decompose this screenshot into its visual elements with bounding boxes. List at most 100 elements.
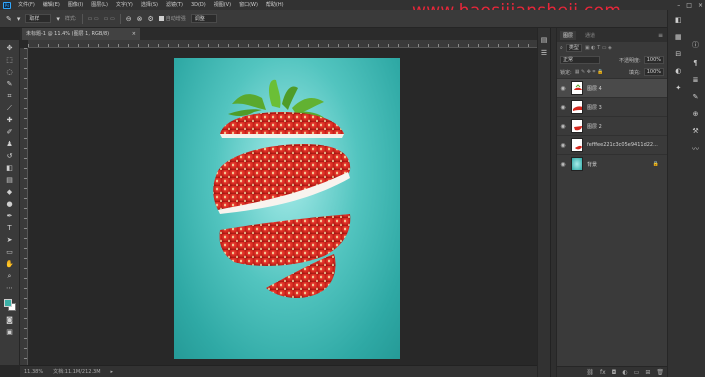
close-icon[interactable]: × (698, 2, 703, 9)
styles-panel-icon[interactable]: ✦ (675, 84, 681, 92)
close-tab-icon[interactable]: × (132, 28, 136, 40)
auto-enhance-label: 自动增强 (165, 16, 186, 22)
menu-layer[interactable]: 图层(L) (87, 0, 112, 10)
type-tool-icon[interactable]: T (4, 224, 16, 232)
delete-layer-icon[interactable]: 🗑 (656, 369, 664, 376)
intersect-selection-icon[interactable]: ⊗ (137, 15, 143, 23)
layer-name[interactable]: 图层 2 (587, 123, 602, 130)
libraries-panel-icon[interactable]: ⊟ (675, 50, 681, 58)
minimize-icon[interactable]: – (677, 2, 680, 9)
history-brush-icon[interactable]: ↺ (4, 152, 16, 160)
eraser-tool-icon[interactable]: ◧ (4, 164, 16, 172)
layer-name[interactable]: fefffee221c3c05e9411d22... (587, 142, 658, 148)
fx-icon[interactable]: fx (600, 369, 606, 376)
crop-tool-icon[interactable]: ⌗ (4, 92, 16, 100)
subtract-selection-icon[interactable]: ⊖ (126, 15, 132, 23)
menu-3d[interactable]: 3D(D) (187, 0, 210, 10)
sample-select[interactable]: 取样 (25, 14, 52, 23)
screen-mode-icon[interactable]: ▣ (4, 328, 16, 336)
brush-settings-icon[interactable]: ⚙ (147, 15, 153, 23)
visibility-eye-icon[interactable]: ◉ (557, 85, 569, 92)
add-mask-icon[interactable]: ◘ (612, 369, 617, 376)
layer-name[interactable]: 背景 (587, 161, 597, 168)
adjustment-layer-icon[interactable]: ◐ (622, 369, 627, 376)
dodge-tool-icon[interactable]: ● (4, 200, 16, 208)
blur-tool-icon[interactable]: ◆ (4, 188, 16, 196)
properties-panel-icon[interactable]: ☰ (538, 49, 550, 57)
info-panel-icon[interactable]: ⓘ (692, 40, 699, 50)
quick-select-tool-icon[interactable]: ✎ (4, 80, 16, 88)
new-group-icon[interactable]: ▭ (634, 369, 640, 376)
menu-select[interactable]: 选择(S) (137, 0, 162, 10)
auto-enhance[interactable]: 自动增强 (158, 15, 186, 22)
color-swatches[interactable] (3, 298, 17, 312)
zoom-level[interactable]: 11.38% (24, 369, 43, 375)
maximize-icon[interactable]: □ (686, 2, 692, 9)
menu-file[interactable]: 文件(F) (14, 0, 39, 10)
swatches-panel-icon[interactable]: ▦ (675, 33, 682, 41)
document-canvas[interactable] (174, 58, 400, 359)
lasso-tool-icon[interactable]: ◌ (4, 68, 16, 76)
panel-menu-icon[interactable]: ≡ (658, 32, 663, 39)
layer-row[interactable]: ◉ 背景 🔒 (557, 154, 667, 173)
color-panel-icon[interactable]: ◧ (675, 16, 682, 24)
lock-icons[interactable]: ▦ ✎ ✥ ⌗ 🔒 (575, 69, 604, 75)
menu-filter[interactable]: 滤镜(T) (162, 0, 187, 10)
brush-preset-icon[interactable]: ✎ (6, 15, 12, 23)
brush-panel-icon[interactable]: ✎ (693, 93, 699, 101)
hand-tool-icon[interactable]: ✋ (4, 260, 16, 268)
visibility-eye-icon[interactable]: ◉ (557, 161, 569, 168)
stamp-tool-icon[interactable]: ♟ (4, 140, 16, 148)
paragraph-panel-icon[interactable]: ≣ (693, 76, 699, 84)
filter-icons[interactable]: ▣ ◐ T ▭ ◈ (585, 45, 612, 51)
paths-panel-icon[interactable]: 〰 (692, 144, 699, 154)
layer-row[interactable]: ◉ 图层 3 (557, 97, 667, 116)
visibility-eye-icon[interactable]: ◉ (557, 142, 569, 149)
refine-edge-button[interactable]: 调整 (190, 14, 217, 23)
dropdown-arrow-icon[interactable]: ▾ (56, 15, 60, 23)
blend-mode-select[interactable]: 正常 (560, 56, 600, 64)
pen-tool-icon[interactable]: ✒ (4, 212, 16, 220)
character-panel-icon[interactable]: ¶ (693, 59, 697, 67)
quick-mask-icon[interactable]: ◙ (4, 316, 16, 324)
menu-type[interactable]: 文字(Y) (112, 0, 137, 10)
menu-help[interactable]: 帮助(H) (262, 0, 288, 10)
tool-presets-icon[interactable]: ⚒ (692, 127, 698, 135)
document-tab[interactable]: 未标题-1 @ 11.4% (图层 1, RGB/8) × (22, 28, 140, 40)
menu-image[interactable]: 图像(I) (64, 0, 87, 10)
tab-layers[interactable]: 图层 (560, 30, 577, 40)
marquee-tool-icon[interactable]: ⬚ (4, 56, 16, 64)
opacity-input[interactable]: 100% (643, 56, 664, 64)
status-arrow-icon[interactable]: ▸ (111, 369, 114, 375)
adjustments-panel-icon[interactable]: ◐ (675, 67, 681, 75)
history-panel-icon[interactable]: ▤ (538, 36, 550, 44)
visibility-eye-icon[interactable]: ◉ (557, 123, 569, 130)
eyedropper-tool-icon[interactable]: ⟋ (4, 104, 16, 112)
visibility-eye-icon[interactable]: ◉ (557, 104, 569, 111)
fill-input[interactable]: 100% (643, 68, 664, 76)
path-select-tool-icon[interactable]: ➤ (4, 236, 16, 244)
layer-name[interactable]: 图层 4 (587, 85, 602, 92)
layer-name[interactable]: 图层 3 (587, 104, 602, 111)
menu-view[interactable]: 视图(V) (210, 0, 235, 10)
healing-tool-icon[interactable]: ✚ (4, 116, 16, 124)
gradient-tool-icon[interactable]: ▤ (4, 176, 16, 184)
zoom-tool-icon[interactable]: ⌕ (4, 272, 16, 280)
link-layers-icon[interactable]: ⛓ (586, 369, 594, 376)
menu-window[interactable]: 窗口(W) (235, 0, 262, 10)
layer-row[interactable]: ◉ 图层 4 (557, 78, 667, 97)
menu-edit[interactable]: 编辑(E) (39, 0, 64, 10)
clone-source-icon[interactable]: ⊕ (693, 110, 699, 118)
new-layer-icon[interactable]: ⊞ (645, 369, 650, 376)
layer-row[interactable]: ◉ fefffee221c3c05e9411d22... (557, 135, 667, 154)
foreground-color[interactable] (3, 299, 12, 307)
layer-row[interactable]: ◉ 图层 2 (557, 116, 667, 135)
auto-enhance-checkbox[interactable] (158, 16, 164, 21)
brush-tool-icon[interactable]: ✐ (4, 128, 16, 136)
dropdown-arrow-icon[interactable]: ▾ (17, 15, 21, 23)
layer-kind-select[interactable]: 类型 (565, 44, 582, 52)
shape-tool-icon[interactable]: ▭ (4, 248, 16, 256)
tab-channels[interactable]: 通道 (582, 31, 598, 40)
move-tool-icon[interactable]: ✥ (4, 44, 16, 52)
more-tools-icon[interactable]: ⋯ (4, 284, 16, 292)
